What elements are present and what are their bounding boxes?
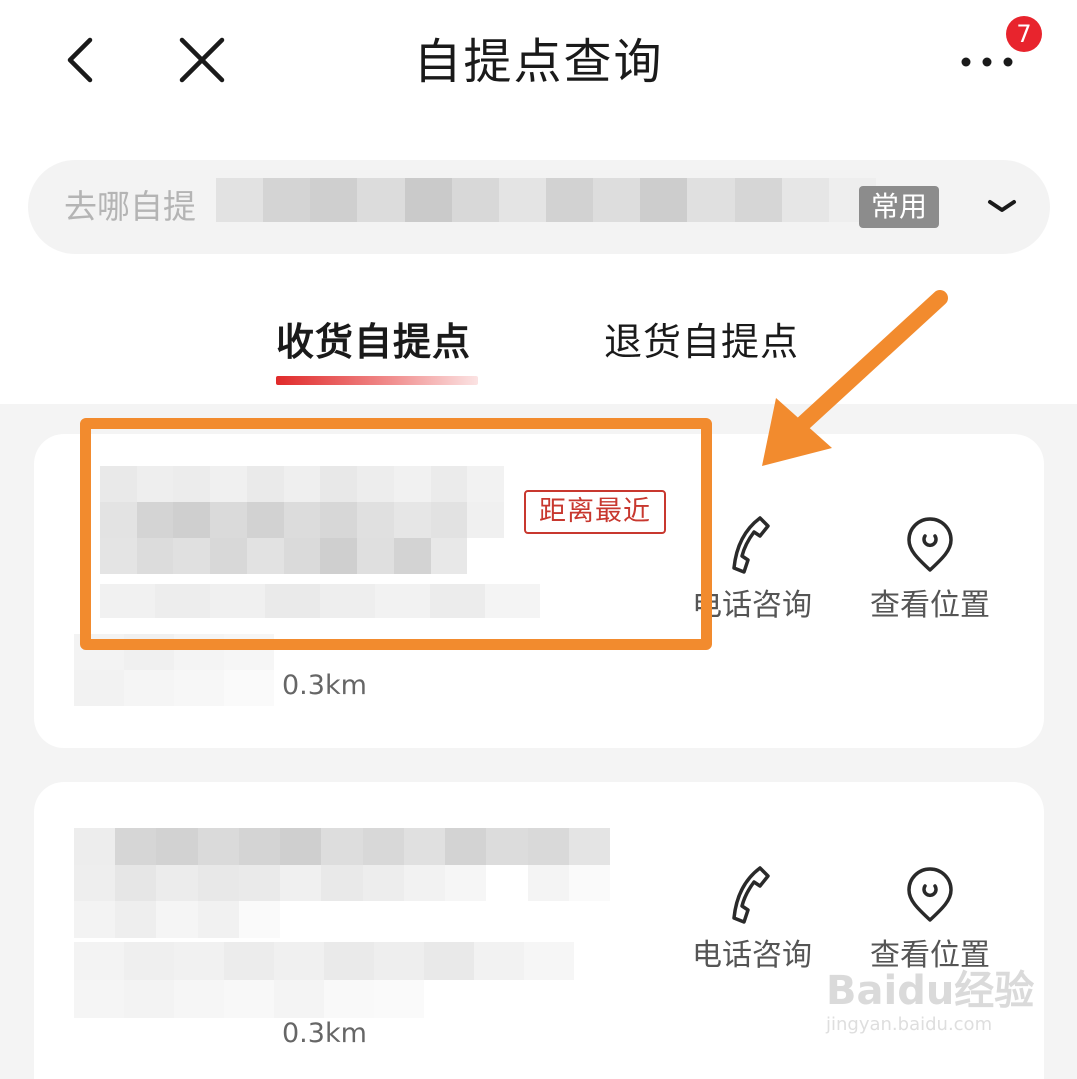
active-tab-indicator (276, 376, 478, 385)
view-location-button[interactable]: 查看位置 (860, 514, 1000, 634)
location-pin-icon (907, 517, 953, 572)
blurred-pickup-name (74, 828, 610, 938)
tab-receive-pickup[interactable]: 收货自提点 (276, 316, 471, 368)
phone-consult-button[interactable]: 电话咨询 (682, 864, 822, 984)
watermark-url: jingyan.baidu.com (826, 1014, 993, 1035)
view-location-label: 查看位置 (870, 588, 990, 623)
distance-label: 0.3km (282, 670, 367, 701)
phone-consult-label: 电话咨询 (692, 938, 812, 973)
address-dropdown-button[interactable] (980, 188, 1024, 224)
highlight-box (80, 418, 712, 650)
page-title: 自提点查询 (413, 34, 664, 90)
baidu-watermark: Baidu经验 jingyan.baidu.com (826, 968, 1056, 1068)
frequent-tag: 常用 (859, 186, 939, 228)
notification-badge: 7 (1006, 16, 1042, 52)
view-location-button[interactable]: 查看位置 (860, 864, 1000, 984)
chevron-down-icon (988, 200, 1016, 212)
phone-icon (732, 866, 770, 924)
blurred-address (216, 178, 876, 222)
phone-icon (732, 516, 770, 574)
arrow-annotation-icon (762, 290, 948, 466)
distance-label: 0.3km (282, 1018, 367, 1049)
watermark-brand: Baidu经验 (826, 968, 1035, 1014)
blurred-pickup-address (74, 942, 574, 1018)
search-placeholder: 去哪自提 (64, 187, 196, 226)
location-pin-icon (907, 867, 953, 922)
